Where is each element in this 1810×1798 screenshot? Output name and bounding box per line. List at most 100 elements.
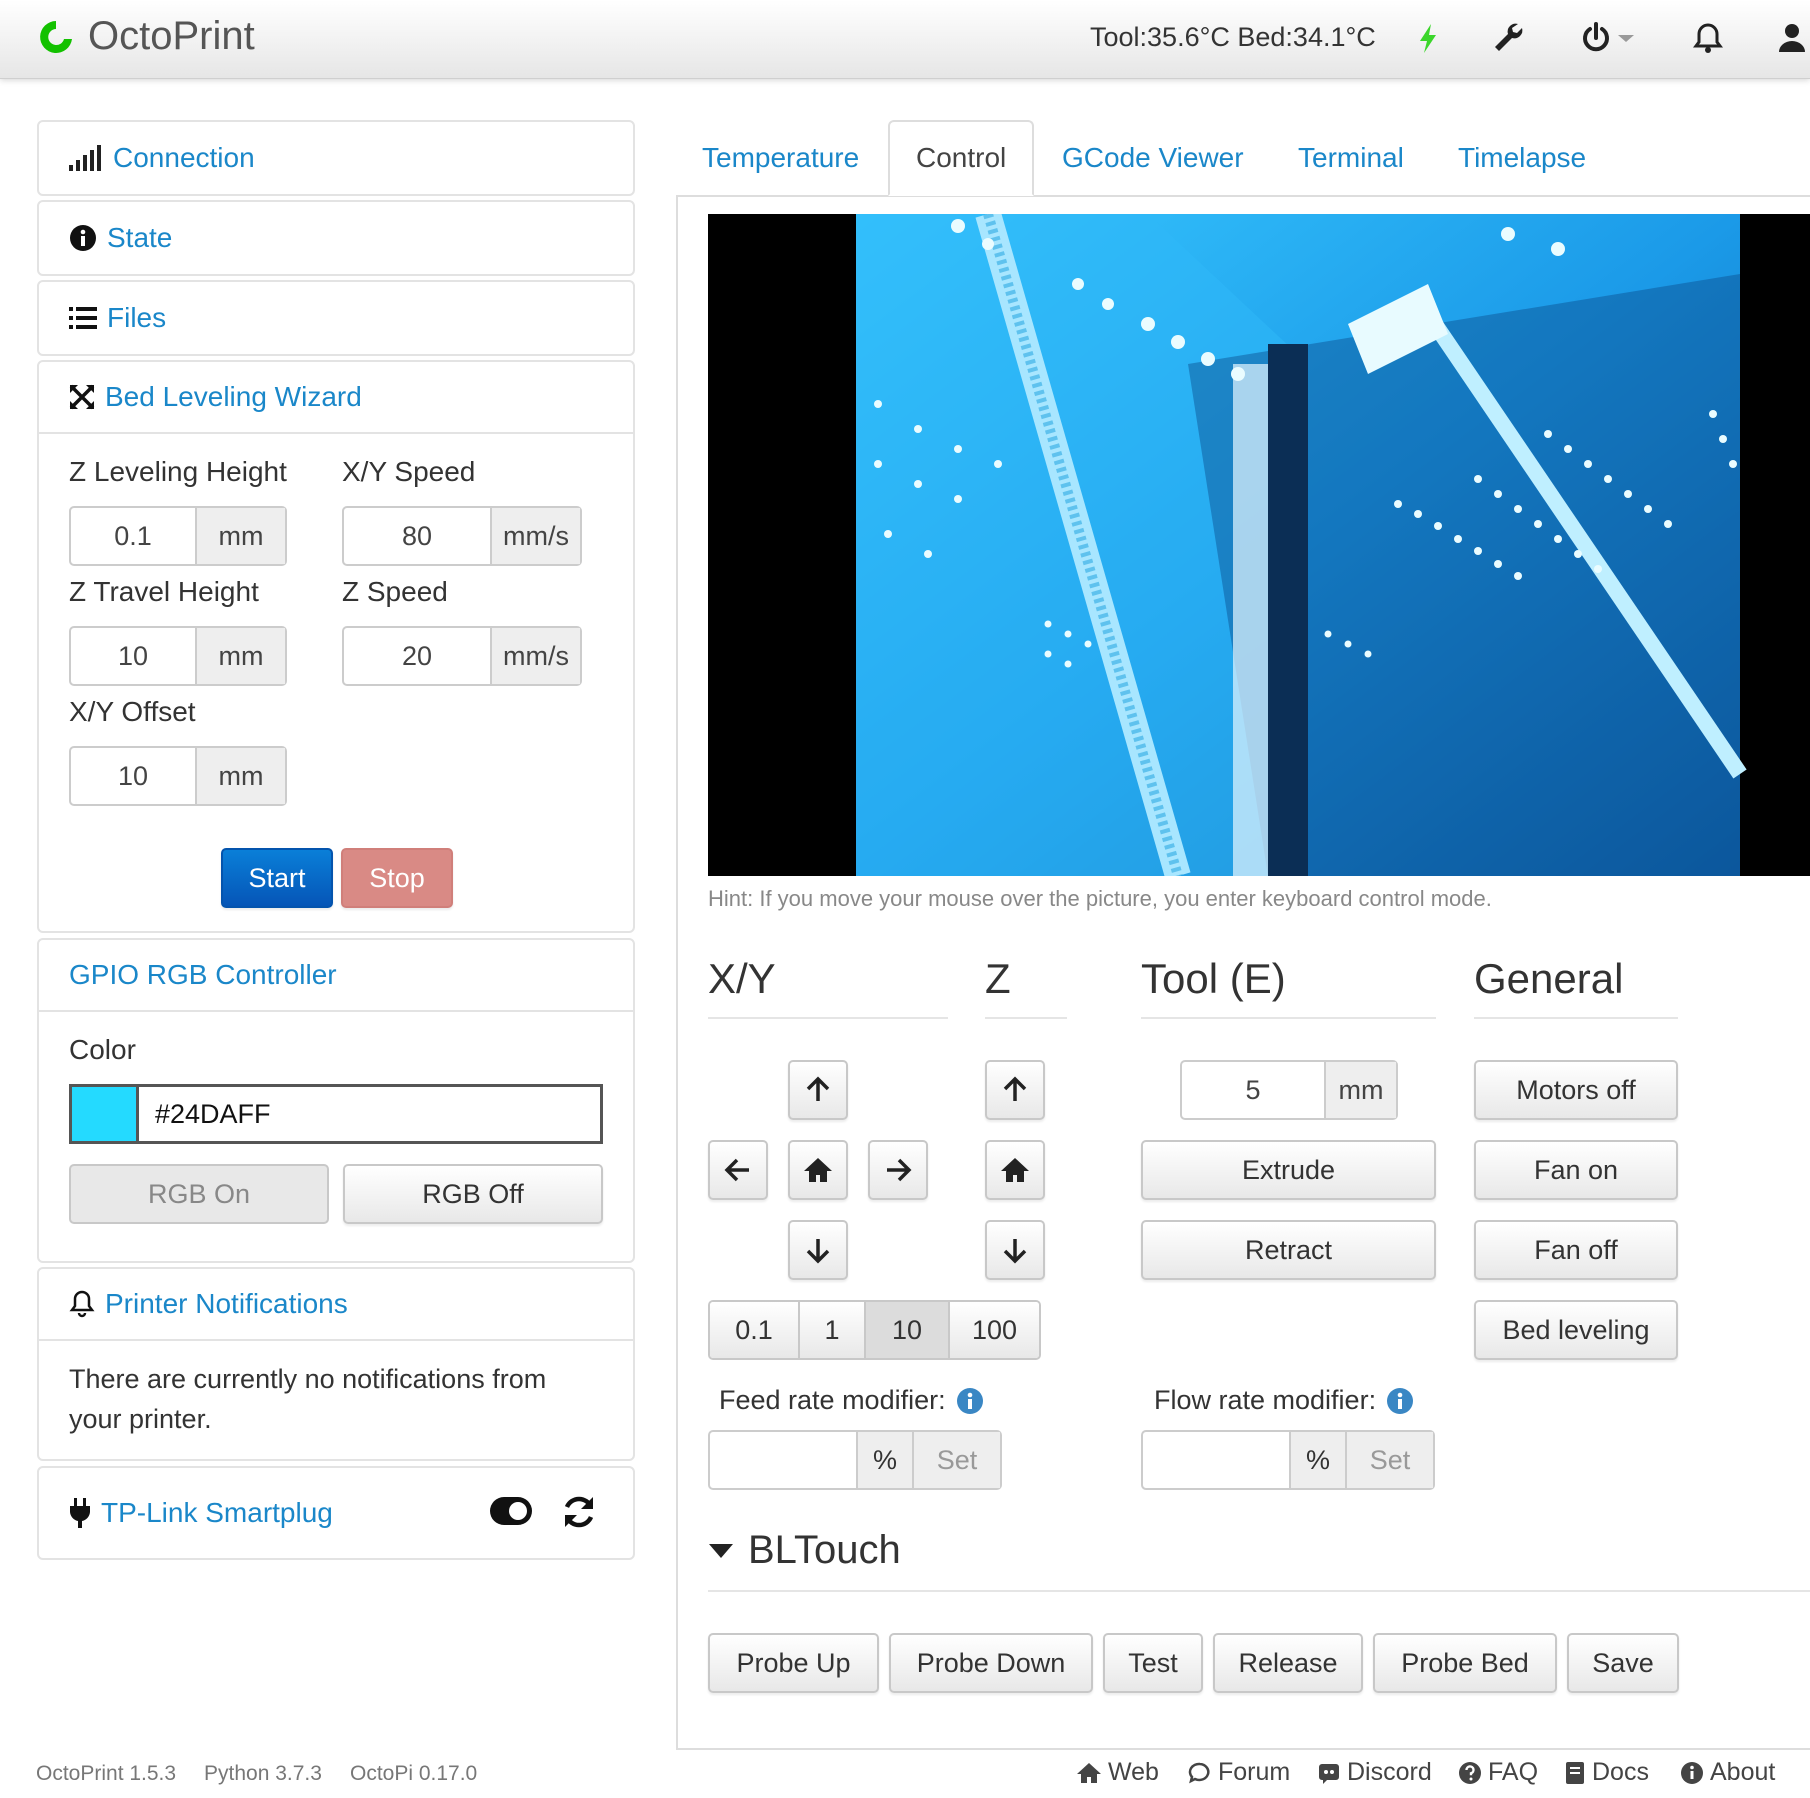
color-label: Color	[69, 1034, 136, 1065]
release-button[interactable]: Release	[1213, 1633, 1363, 1693]
test-button[interactable]: Test	[1103, 1633, 1203, 1693]
z-leveling-height-field[interactable]: 0.1 mm	[69, 506, 287, 566]
feed-rate-field[interactable]: % Set	[708, 1430, 1002, 1490]
color-picker-field[interactable]: #24DAFF	[69, 1084, 603, 1144]
tab-terminal[interactable]: Terminal	[1272, 120, 1430, 196]
state-panel: State	[37, 200, 635, 276]
octopi-version: OctoPi 0.17.0	[350, 1762, 478, 1785]
tab-timelapse[interactable]: Timelapse	[1432, 120, 1612, 196]
extrude-amount-value[interactable]: 5	[1182, 1062, 1324, 1118]
z-section-title: Z	[985, 955, 1067, 1019]
extrude-amount-field[interactable]: 5 mm	[1180, 1060, 1398, 1120]
tab-gcode-viewer[interactable]: GCode Viewer	[1036, 120, 1270, 196]
tab-temperature[interactable]: Temperature	[676, 120, 885, 196]
power-icon[interactable]	[1576, 18, 1616, 58]
webcam-stream[interactable]	[708, 214, 1810, 876]
bed-leveling-header[interactable]: Bed Leveling Wizard	[39, 362, 633, 434]
flow-rate-field[interactable]: % Set	[1141, 1430, 1435, 1490]
brand[interactable]: OctoPrint	[36, 14, 255, 59]
footer-link-discord[interactable]: Discord	[1317, 1758, 1432, 1787]
unit-addon: mm/s	[490, 508, 580, 564]
footer-link-about[interactable]: About	[1680, 1758, 1775, 1787]
flow-rate-set-button[interactable]: Set	[1347, 1432, 1433, 1488]
step-0.1-button[interactable]: 0.1	[710, 1302, 800, 1358]
gpio-rgb-title: GPIO RGB Controller	[69, 959, 337, 990]
chevron-down-icon[interactable]	[1614, 18, 1638, 58]
z-speed-value[interactable]: 20	[344, 628, 490, 684]
caret-down-icon	[709, 1544, 733, 1558]
refresh-icon[interactable]	[560, 1493, 598, 1531]
z-travel-height-field[interactable]: 10 mm	[69, 626, 287, 686]
bltouch-header[interactable]: BLTouch	[708, 1528, 1810, 1592]
probe-bed-button[interactable]: Probe Bed	[1373, 1633, 1557, 1693]
xy-speed-field[interactable]: 80 mm/s	[342, 506, 582, 566]
jog-y-minus-button[interactable]	[788, 1220, 848, 1280]
bell-icon	[69, 1290, 95, 1318]
home-xy-button[interactable]	[788, 1140, 848, 1200]
flow-rate-input[interactable]	[1143, 1432, 1291, 1488]
stop-button[interactable]: Stop	[341, 848, 453, 908]
bell-icon[interactable]	[1688, 18, 1728, 58]
flow-rate-label: Flow rate modifier:	[1154, 1385, 1377, 1415]
navbar: OctoPrint Tool:35.6°C Bed:34.1°C	[0, 0, 1810, 79]
bed-leveling-button[interactable]: Bed leveling	[1474, 1300, 1678, 1360]
arrow-up-icon	[806, 1076, 830, 1101]
z-speed-field[interactable]: 20 mm/s	[342, 626, 582, 686]
probe-up-button[interactable]: Probe Up	[708, 1633, 879, 1693]
footer-link-docs[interactable]: Docs	[1564, 1758, 1649, 1787]
home-z-button[interactable]	[985, 1140, 1045, 1200]
tplink-smartplug-header[interactable]: TP-Link Smartplug	[39, 1468, 633, 1558]
jog-x-minus-button[interactable]	[708, 1140, 768, 1200]
jog-z-minus-button[interactable]	[985, 1220, 1045, 1280]
tab-control[interactable]: Control	[888, 120, 1035, 196]
rgb-on-button[interactable]: RGB On	[69, 1164, 329, 1224]
home-icon	[1001, 1158, 1029, 1182]
step-100-button[interactable]: 100	[950, 1302, 1039, 1358]
color-swatch[interactable]	[72, 1087, 139, 1141]
xy-offset-field[interactable]: 10 mm	[69, 746, 287, 806]
extrude-button[interactable]: Extrude	[1141, 1140, 1436, 1200]
jog-x-plus-button[interactable]	[868, 1140, 928, 1200]
rgb-off-button[interactable]: RGB Off	[343, 1164, 603, 1224]
navbar-temperatures[interactable]: Tool:35.6°C Bed:34.1°C	[1090, 22, 1376, 53]
arrow-down-icon	[806, 1239, 830, 1264]
step-1-button[interactable]: 1	[800, 1302, 866, 1358]
save-button[interactable]: Save	[1567, 1633, 1679, 1693]
color-value[interactable]: #24DAFF	[139, 1087, 600, 1141]
printer-notifications-header[interactable]: Printer Notifications	[39, 1269, 633, 1341]
files-header[interactable]: Files	[39, 282, 633, 354]
footer-link-faq[interactable]: FAQ	[1458, 1758, 1538, 1787]
z-leveling-height-value[interactable]: 0.1	[71, 508, 195, 564]
wrench-icon[interactable]	[1488, 18, 1528, 58]
info-circle-icon[interactable]	[1386, 1387, 1414, 1415]
start-button[interactable]: Start	[221, 848, 333, 908]
jog-z-plus-button[interactable]	[985, 1060, 1045, 1120]
xy-speed-label: X/Y Speed	[342, 456, 476, 487]
fan-on-button[interactable]: Fan on	[1474, 1140, 1678, 1200]
xy-speed-value[interactable]: 80	[344, 508, 490, 564]
feed-rate-set-button[interactable]: Set	[914, 1432, 1000, 1488]
connection-header[interactable]: Connection	[39, 122, 633, 194]
footer-link-web-label: Web	[1108, 1758, 1159, 1786]
user-icon[interactable]	[1772, 18, 1810, 58]
state-header[interactable]: State	[39, 202, 633, 274]
step-10-button[interactable]: 10	[866, 1302, 950, 1358]
feed-rate-input[interactable]	[710, 1432, 858, 1488]
gpio-rgb-header[interactable]: GPIO RGB Controller	[39, 940, 633, 1012]
motors-off-button[interactable]: Motors off	[1474, 1060, 1678, 1120]
expand-arrows-icon	[69, 384, 95, 410]
bed-leveling-body: Z Leveling Height X/Y Speed 0.1 mm 80 mm…	[39, 434, 633, 929]
z-travel-height-value[interactable]: 10	[71, 628, 195, 684]
jog-y-plus-button[interactable]	[788, 1060, 848, 1120]
toggle-on-icon[interactable]	[489, 1496, 533, 1526]
state-title: State	[107, 222, 173, 253]
probe-down-button[interactable]: Probe Down	[889, 1633, 1093, 1693]
unit-addon: mm/s	[490, 628, 580, 684]
xy-offset-value[interactable]: 10	[71, 748, 195, 804]
lightning-icon[interactable]	[1408, 18, 1448, 58]
fan-off-button[interactable]: Fan off	[1474, 1220, 1678, 1280]
info-circle-icon[interactable]	[956, 1387, 984, 1415]
footer-link-forum[interactable]: Forum	[1188, 1758, 1290, 1787]
footer-link-web[interactable]: Web	[1076, 1758, 1159, 1787]
retract-button[interactable]: Retract	[1141, 1220, 1436, 1280]
